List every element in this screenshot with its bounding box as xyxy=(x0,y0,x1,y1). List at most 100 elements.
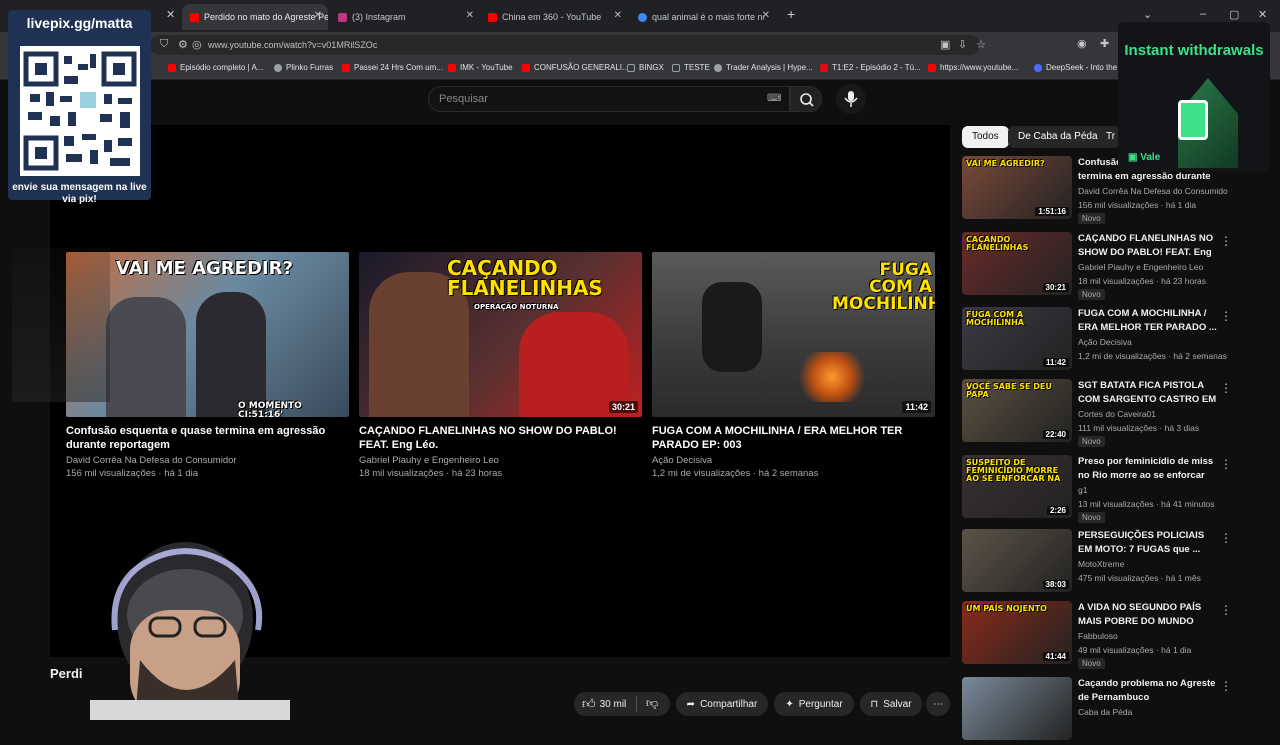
qr-code-image xyxy=(23,51,137,171)
channel-name[interactable]: Fabbuloso xyxy=(1078,631,1228,641)
browser-tab-strip: ✕ Perdido no mato do Agreste Pe ✕ (3) In… xyxy=(0,0,1280,32)
recommendation-item[interactable]: CAÇANDO FLANELINHAS 30:21 CAÇANDO FLANELIN… xyxy=(962,232,1262,300)
video-title[interactable]: FUGA COM A MOCHILINHA / ERA MELHOR TER P… xyxy=(1078,307,1218,335)
video-thumbnail[interactable]: CAÇANDO FLANELINHAS OPERAÇÃO NOTURNA 30:… xyxy=(359,252,642,417)
url-field[interactable]: ⛉ ⚙ ◎ www.youtube.com/watch?v=v01MRilSZO… xyxy=(150,35,986,55)
more-vertical-icon[interactable]: ⋮ xyxy=(1220,679,1232,693)
streamer-silhouette xyxy=(90,542,290,720)
more-vertical-icon[interactable]: ⋮ xyxy=(1220,309,1232,323)
voice-search-button[interactable] xyxy=(836,84,866,114)
bookmark-item[interactable]: T1:E2 - Episódio 2 - Tú... xyxy=(820,63,921,72)
channel-name[interactable]: MotoXtreme xyxy=(1078,559,1228,569)
chip-all[interactable]: Todos xyxy=(962,126,1009,148)
tab-close-icon[interactable]: ✕ xyxy=(762,10,770,21)
chip-more[interactable]: Tr xyxy=(1100,126,1120,148)
channel-name[interactable]: Gabriel Piauhy e Engenheiro Leo xyxy=(359,455,499,466)
like-count: 30 mil xyxy=(599,698,627,710)
tab-search-icon[interactable]: ⌄ xyxy=(1143,8,1152,21)
person-figure xyxy=(196,292,266,417)
bookmark-folder[interactable]: TESTE xyxy=(672,63,710,72)
recommendation-item[interactable]: UM PAÍS NOJENTO 41:44 A VIDA NO SEGUNDO PA… xyxy=(962,601,1262,669)
video-title[interactable]: A VIDA NO SEGUNDO PAÍS MAIS POBRE DO MUN… xyxy=(1078,601,1218,629)
bookmark-item[interactable]: Plinko Furras xyxy=(274,63,333,72)
bookmark-item[interactable]: CONFUSÃO GENERALI... xyxy=(522,63,629,72)
more-vertical-icon[interactable]: ⋮ xyxy=(1220,234,1232,248)
window-close-icon[interactable]: ✕ xyxy=(1258,8,1267,21)
video-title[interactable]: CAÇANDO FLANELINHAS NO SHOW DO PABLO! FE… xyxy=(359,424,642,452)
video-title[interactable]: Confusão esquenta e quase termina em agr… xyxy=(66,424,349,452)
recommendation-item[interactable]: VOCÊ SABE SE DEU PAPA 22:40 SGT BATATA FIC… xyxy=(962,379,1262,447)
video-title[interactable]: SGT BATATA FICA PISTOLA COM SARGENTO CAS… xyxy=(1078,379,1218,407)
save-button[interactable]: ⊓ Salvar xyxy=(860,692,922,716)
more-vertical-icon[interactable]: ⋮ xyxy=(1220,603,1232,617)
more-actions-button[interactable]: ⋯ xyxy=(926,692,950,716)
extensions-puzzle-icon[interactable]: ✚ xyxy=(1100,37,1109,50)
tab-china[interactable]: China em 360 - YouTube ✕ xyxy=(480,4,628,30)
bookmark-label: BINGX xyxy=(639,63,664,72)
bookmark-label: Episódio completo | A... xyxy=(180,63,264,72)
video-thumbnail[interactable] xyxy=(962,677,1072,740)
channel-name[interactable]: David Corrêa Na Defesa do Consumidor xyxy=(66,455,237,466)
video-thumbnail[interactable]: VOCÊ SABE SE DEU PAPA 22:40 xyxy=(962,379,1072,442)
bookmark-item[interactable]: IMK - YouTube xyxy=(448,63,513,72)
install-icon[interactable]: ▣ xyxy=(940,38,950,51)
tab-instagram[interactable]: (3) Instagram ✕ xyxy=(330,4,480,30)
tab-close-icon[interactable]: ✕ xyxy=(314,10,322,21)
google-favicon-icon xyxy=(638,12,647,22)
tab-close-icon[interactable]: ✕ xyxy=(614,10,622,21)
search-button[interactable] xyxy=(790,86,822,112)
recommendation-item[interactable]: SUSPEITO DE FEMINICÍDIO MORRE AO SE ENFO… xyxy=(962,455,1262,523)
download-icon[interactable]: ⇩ xyxy=(958,38,967,51)
recommendation-item[interactable]: 38:03 PERSEGUIÇÕES POLICIAIS EM MOTO: 7 F… xyxy=(962,529,1262,597)
extension-gc-icon[interactable]: ◉ xyxy=(1077,37,1087,50)
bookmark-star-icon[interactable]: ☆ xyxy=(976,38,986,51)
recommendation-item[interactable]: Caçando problema no Agreste de Pernambuc… xyxy=(962,677,1262,745)
channel-name[interactable]: Caba da Péda xyxy=(1078,707,1228,717)
new-tab-icon[interactable]: + xyxy=(787,6,795,22)
tab-google[interactable]: qual animal é o mais forte no ar ✕ xyxy=(630,4,776,30)
video-thumbnail[interactable]: SUSPEITO DE FEMINICÍDIO MORRE AO SE ENFO… xyxy=(962,455,1072,518)
video-thumbnail[interactable]: FUGA COM A MOCHILINHA 11:42 xyxy=(962,307,1072,370)
deepseek-favicon-icon xyxy=(1034,63,1042,72)
video-title[interactable]: CAÇANDO FLANELINHAS NO SHOW DO PABLO! FE… xyxy=(1078,232,1218,260)
video-thumbnail[interactable]: VAI ME AGREDIR? 1:51:16 xyxy=(962,156,1072,219)
search-input[interactable]: Pesquisar ⌨ xyxy=(428,86,790,112)
video-thumbnail[interactable]: UM PAÍS NOJENTO 41:44 xyxy=(962,601,1072,664)
bookmark-folder[interactable]: BINGX xyxy=(627,63,664,72)
close-icon[interactable]: ✕ xyxy=(166,8,175,21)
channel-name[interactable]: David Corrêa Na Defesa do Consumidor xyxy=(1078,186,1228,196)
channel-name[interactable]: g1 xyxy=(1078,485,1228,495)
video-title[interactable]: Caçando problema no Agreste de Pernambuc… xyxy=(1078,677,1218,705)
minimize-icon[interactable]: – xyxy=(1200,8,1206,20)
recommendation-item[interactable]: FUGA COM A MOCHILINHA 11:42 FUGA COM A MOC… xyxy=(962,307,1262,375)
share-button[interactable]: ➦ Compartilhar xyxy=(676,692,768,716)
ask-button[interactable]: ✦ Perguntar xyxy=(774,692,854,716)
bookmark-item[interactable]: https://www.youtube... xyxy=(928,63,1018,72)
video-thumbnail[interactable]: 38:03 xyxy=(962,529,1072,592)
tab-active[interactable]: Perdido no mato do Agreste Pe ✕ xyxy=(182,4,328,30)
video-title[interactable]: FUGA COM A MOCHILINHA / ERA MELHOR TER P… xyxy=(652,424,935,452)
like-button[interactable]: 👍︎ 30 mil xyxy=(582,696,626,712)
chip-channel[interactable]: De Caba da Péda xyxy=(1008,126,1108,148)
video-thumbnail[interactable]: FUGA COM A MOCHILINHA 11:42 xyxy=(652,252,935,417)
more-vertical-icon[interactable]: ⋮ xyxy=(1220,457,1232,471)
dislike-button[interactable]: 👎︎ xyxy=(646,696,658,711)
channel-name[interactable]: Gabriel Piauhy e Engenheiro Leo xyxy=(1078,262,1228,272)
bookmark-item[interactable]: Trader Analysis | Hype... xyxy=(714,63,813,72)
bookmark-item[interactable]: DeepSeek - Into the ... xyxy=(1034,63,1126,72)
more-vertical-icon[interactable]: ⋮ xyxy=(1220,381,1232,395)
keyboard-icon[interactable]: ⌨ xyxy=(767,87,781,111)
bookmark-item[interactable]: Passei 24 Hrs Com um... xyxy=(342,63,443,72)
channel-name[interactable]: Ação Decisiva xyxy=(1078,337,1228,347)
bookmark-item[interactable]: Episódio completo | A... xyxy=(168,63,263,72)
duration-badge: 2:26 xyxy=(1046,506,1069,515)
channel-name[interactable]: Ação Decisiva xyxy=(652,455,712,466)
tab-close-icon[interactable]: ✕ xyxy=(466,10,474,21)
channel-name[interactable]: Cortes do Caveira01 xyxy=(1078,409,1228,419)
video-thumbnail[interactable]: CAÇANDO FLANELINHAS 30:21 xyxy=(962,232,1072,295)
more-vertical-icon[interactable]: ⋮ xyxy=(1220,531,1232,545)
video-title[interactable]: PERSEGUIÇÕES POLICIAIS EM MOTO: 7 FUGAS … xyxy=(1078,529,1218,557)
maximize-icon[interactable]: ▢ xyxy=(1229,8,1239,21)
site-settings-icon[interactable]: ⚙ xyxy=(178,38,188,51)
video-title[interactable]: Preso por feminicídio de miss no Rio mor… xyxy=(1078,455,1218,483)
